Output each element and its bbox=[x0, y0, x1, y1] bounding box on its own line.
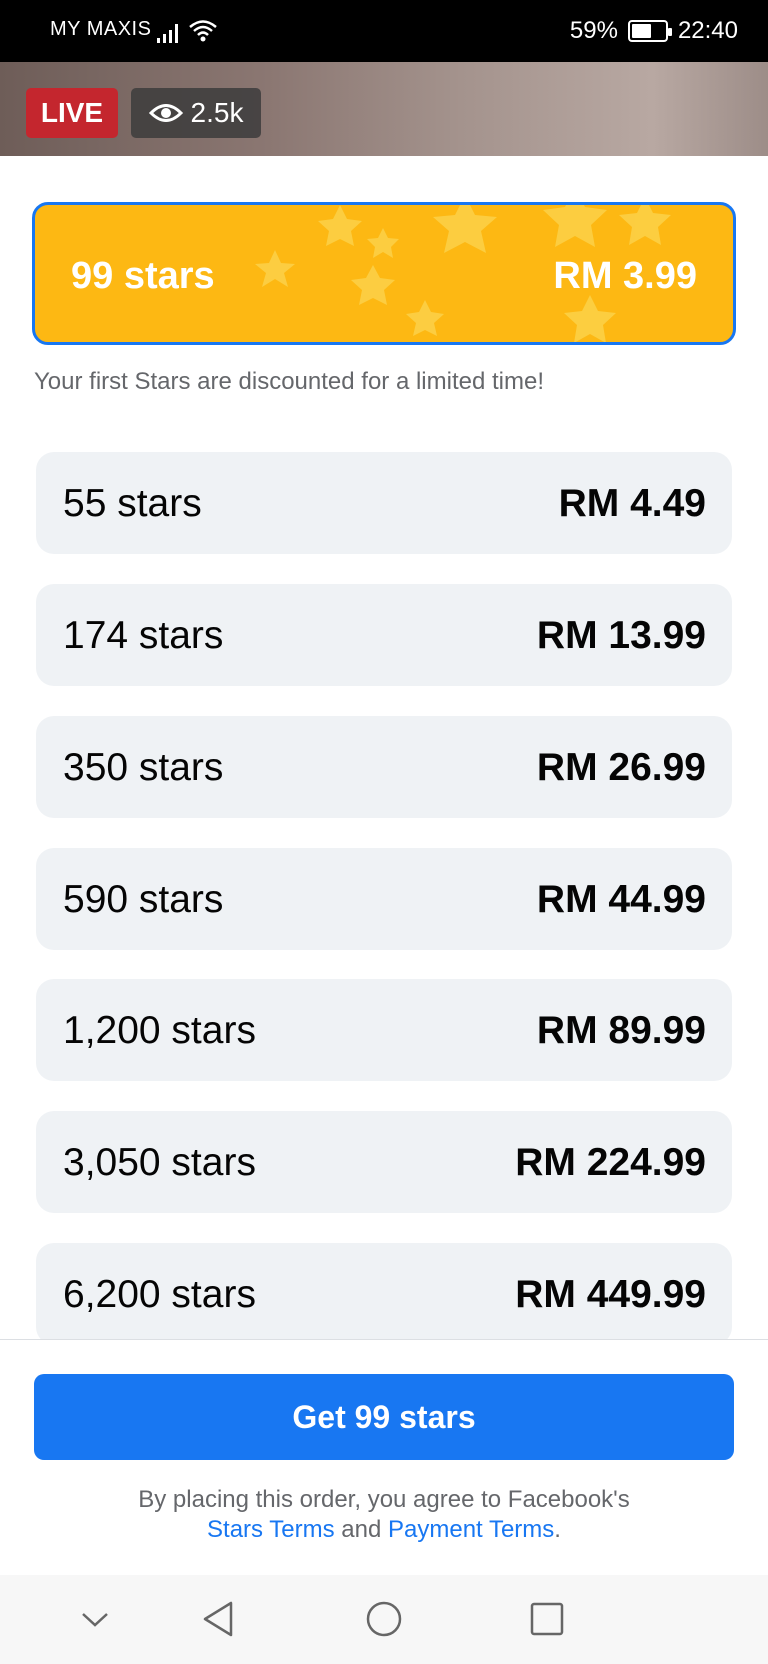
offer-label: 350 stars bbox=[63, 746, 224, 789]
offer-label: 1,200 stars bbox=[63, 1009, 256, 1052]
chevron-down-icon[interactable] bbox=[73, 1597, 117, 1641]
offer-row[interactable]: 174 stars RM 13.99 bbox=[36, 584, 732, 686]
offer-price: RM 26.99 bbox=[536, 746, 706, 789]
wifi-icon bbox=[189, 20, 217, 42]
offer-label: 174 stars bbox=[63, 614, 224, 657]
recents-icon[interactable] bbox=[525, 1597, 569, 1641]
offer-label: 3,050 stars bbox=[63, 1141, 256, 1184]
system-nav-bar bbox=[0, 1575, 768, 1664]
offer-price: RM 449.99 bbox=[515, 1273, 706, 1316]
payment-terms-link[interactable]: Payment Terms bbox=[388, 1516, 554, 1543]
offer-row[interactable]: 6,200 stars RM 449.99 bbox=[36, 1243, 732, 1345]
home-icon[interactable] bbox=[362, 1597, 406, 1641]
stars-terms-link[interactable]: Stars Terms bbox=[207, 1516, 335, 1543]
terms-and: and bbox=[341, 1516, 382, 1543]
battery-icon bbox=[627, 20, 672, 42]
live-video-preview: LIVE 2.5k bbox=[0, 62, 768, 156]
discount-note: Your first Stars are discounted for a li… bbox=[34, 368, 544, 395]
eye-icon bbox=[148, 104, 183, 122]
signal-icon bbox=[157, 24, 178, 43]
battery-fill bbox=[631, 24, 651, 38]
offer-label: 55 stars bbox=[63, 482, 202, 525]
viewer-count-badge: 2.5k bbox=[131, 88, 261, 138]
terms-suffix: . bbox=[554, 1516, 561, 1543]
offer-price: RM 44.99 bbox=[536, 878, 706, 921]
battery-percent: 59% bbox=[569, 17, 618, 44]
get-stars-button[interactable]: Get 99 stars bbox=[34, 1374, 734, 1460]
carrier-name: MY MAXIS bbox=[50, 18, 152, 40]
purchase-footer: Get 99 stars By placing this order, you … bbox=[0, 1339, 768, 1575]
offer-price: RM 224.99 bbox=[515, 1141, 706, 1184]
offer-label: 6,200 stars bbox=[63, 1273, 256, 1316]
offer-price: RM 89.99 bbox=[536, 1009, 706, 1052]
featured-offer-label: 99 stars bbox=[71, 255, 215, 297]
offer-price: RM 13.99 bbox=[536, 614, 706, 657]
featured-offer[interactable]: 99 stars RM 3.99 bbox=[32, 202, 736, 345]
offer-row[interactable]: 55 stars RM 4.49 bbox=[36, 452, 732, 554]
featured-offer-price: RM 3.99 bbox=[553, 255, 697, 297]
status-bar: MY MAXIS 59% 22:40 bbox=[0, 0, 768, 62]
offer-label: 590 stars bbox=[63, 878, 224, 921]
offer-row[interactable]: 590 stars RM 44.99 bbox=[36, 848, 732, 950]
viewer-count: 2.5k bbox=[190, 97, 244, 128]
terms-notice: By placing this order, you agree to Face… bbox=[0, 1485, 768, 1545]
terms-prefix: By placing this order, you agree to Face… bbox=[138, 1486, 630, 1513]
clock: 22:40 bbox=[677, 17, 738, 44]
back-icon[interactable] bbox=[197, 1597, 241, 1641]
offer-row[interactable]: 1,200 stars RM 89.99 bbox=[36, 979, 732, 1081]
offer-row[interactable]: 3,050 stars RM 224.99 bbox=[36, 1111, 732, 1213]
live-badge: LIVE bbox=[26, 88, 118, 138]
offer-row[interactable]: 350 stars RM 26.99 bbox=[36, 716, 732, 818]
offer-price: RM 4.49 bbox=[558, 482, 706, 525]
